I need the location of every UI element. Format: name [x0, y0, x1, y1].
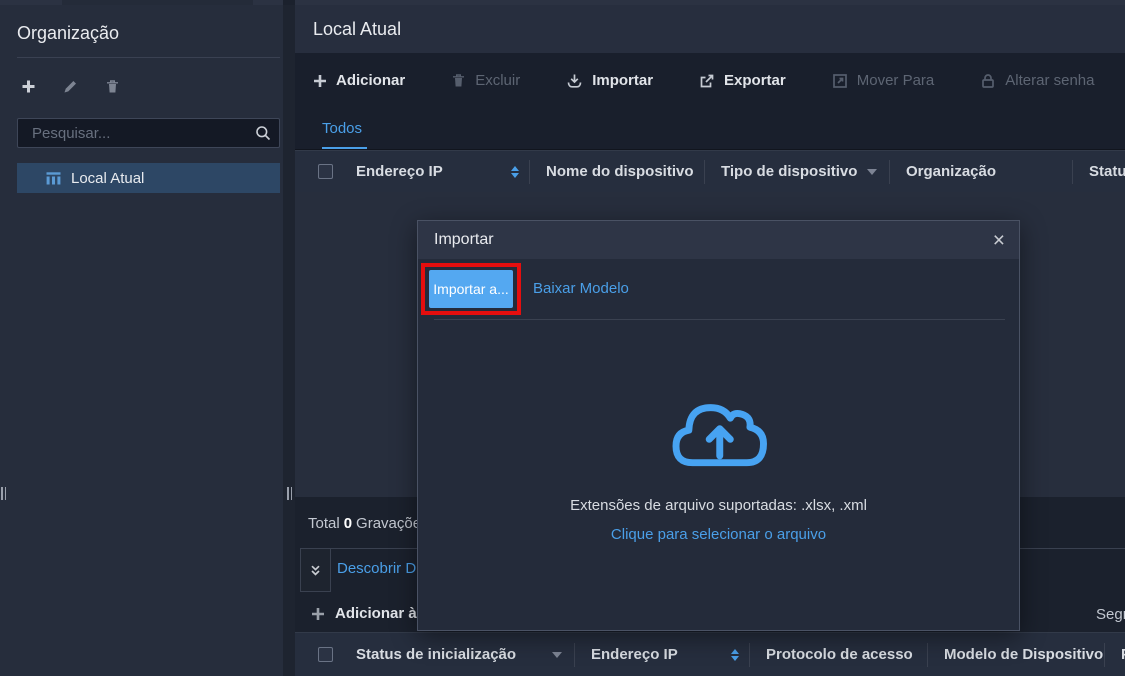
- filter-caret-icon[interactable]: [867, 169, 877, 175]
- delete-device-button[interactable]: Excluir: [451, 72, 520, 89]
- upload-dropzone[interactable]: [418, 391, 1019, 477]
- add-device-button[interactable]: Adicionar: [313, 72, 405, 89]
- import-icon: [566, 73, 583, 89]
- filter-caret-icon[interactable]: [552, 652, 562, 658]
- discover-table-header: Status de inicialização Endereço IP Prot…: [295, 632, 1125, 676]
- select-all-checkbox[interactable]: [318, 164, 333, 179]
- dialog-title: Importar: [434, 231, 494, 249]
- lock-icon: [980, 73, 996, 89]
- trash-icon: [451, 73, 466, 88]
- download-template-link[interactable]: Baixar Modelo: [533, 280, 629, 297]
- plus-icon: [21, 79, 36, 94]
- device-toolbar: Adicionar Excluir Importar: [295, 53, 1125, 108]
- sidebar-title: Organização: [17, 23, 119, 44]
- pencil-icon: [63, 79, 78, 94]
- column-endereco-ip[interactable]: Endereço IP: [340, 160, 530, 184]
- organization-icon: [45, 171, 62, 186]
- select-file-link[interactable]: Clique para selecionar o arquivo: [418, 526, 1019, 543]
- export-icon: [699, 73, 715, 89]
- column-endereco-ip[interactable]: Endereço IP: [575, 643, 750, 667]
- move-to-icon: [832, 73, 848, 89]
- select-all-cell: [295, 643, 340, 667]
- main-header: Local Atual: [295, 5, 1125, 53]
- delete-organization-button[interactable]: [101, 75, 123, 97]
- select-all-cell: [295, 160, 340, 184]
- trash-icon: [105, 79, 120, 94]
- sort-icon[interactable]: [511, 166, 519, 178]
- add-organization-button[interactable]: [17, 75, 39, 97]
- device-tabs: Todos: [295, 108, 1125, 150]
- column-organizacao[interactable]: Organização: [890, 160, 1073, 184]
- organization-actions: [17, 75, 123, 97]
- column-protocolo-acesso[interactable]: Protocolo de acesso: [750, 643, 928, 667]
- panel-splitter[interactable]: [283, 5, 295, 676]
- column-nome-dispositivo[interactable]: Nome do dispositivo: [530, 160, 705, 184]
- sort-icon[interactable]: [731, 649, 739, 661]
- change-password-button[interactable]: Alterar senha: [980, 72, 1094, 89]
- move-to-button[interactable]: Mover Para: [832, 72, 935, 89]
- cloud-upload-icon: [666, 391, 772, 477]
- column-modelo-dispositivo[interactable]: Modelo de Dispositivo: [928, 643, 1105, 667]
- import-button[interactable]: Importar: [566, 72, 653, 89]
- select-all-checkbox[interactable]: [318, 647, 333, 662]
- edit-organization-button[interactable]: [59, 75, 81, 97]
- column-status-inicializacao[interactable]: Status de inicialização: [340, 643, 575, 667]
- page-title: Local Atual: [313, 19, 401, 40]
- divider: [434, 319, 1005, 320]
- segment-label: Segmento: [1096, 606, 1125, 623]
- device-manager-window: Organização: [0, 0, 1125, 676]
- column-porta[interactable]: Porta: [1105, 643, 1125, 667]
- export-button[interactable]: Exportar: [699, 72, 786, 89]
- divider: [17, 57, 280, 58]
- search-input[interactable]: [32, 125, 255, 142]
- plus-icon: [311, 607, 325, 621]
- import-file-button[interactable]: Importar a...: [429, 270, 513, 308]
- import-dialog-header: Importar ×: [418, 221, 1019, 259]
- splitter-handle-left[interactable]: [1, 487, 8, 500]
- plus-icon: [313, 74, 327, 88]
- splitter-handle-right[interactable]: [287, 487, 294, 500]
- organization-sidebar: Organização: [0, 5, 283, 676]
- organization-search-box: [17, 118, 280, 148]
- close-icon[interactable]: ×: [993, 230, 1005, 251]
- device-table-header: Endereço IP Nome do dispositivo Tipo de …: [295, 150, 1125, 192]
- collapse-panel-button[interactable]: [300, 548, 331, 592]
- supported-extensions-text: Extensões de arquivo suportadas: .xlsx, …: [418, 497, 1019, 514]
- column-status-dispositivo[interactable]: Status do Dispositivo: [1073, 160, 1125, 184]
- column-tipo-dispositivo[interactable]: Tipo de dispositivo: [705, 160, 890, 184]
- tab-todos[interactable]: Todos: [322, 120, 367, 149]
- search-icon[interactable]: [255, 125, 271, 141]
- import-dialog: Importar × Importar a... Baixar Modelo E…: [417, 220, 1020, 631]
- record-count: Total0Gravações: [308, 515, 429, 532]
- chevron-double-down-icon: [309, 564, 322, 577]
- sidebar-item-local-atual[interactable]: Local Atual: [17, 163, 280, 193]
- tree-item-label: Local Atual: [71, 170, 144, 187]
